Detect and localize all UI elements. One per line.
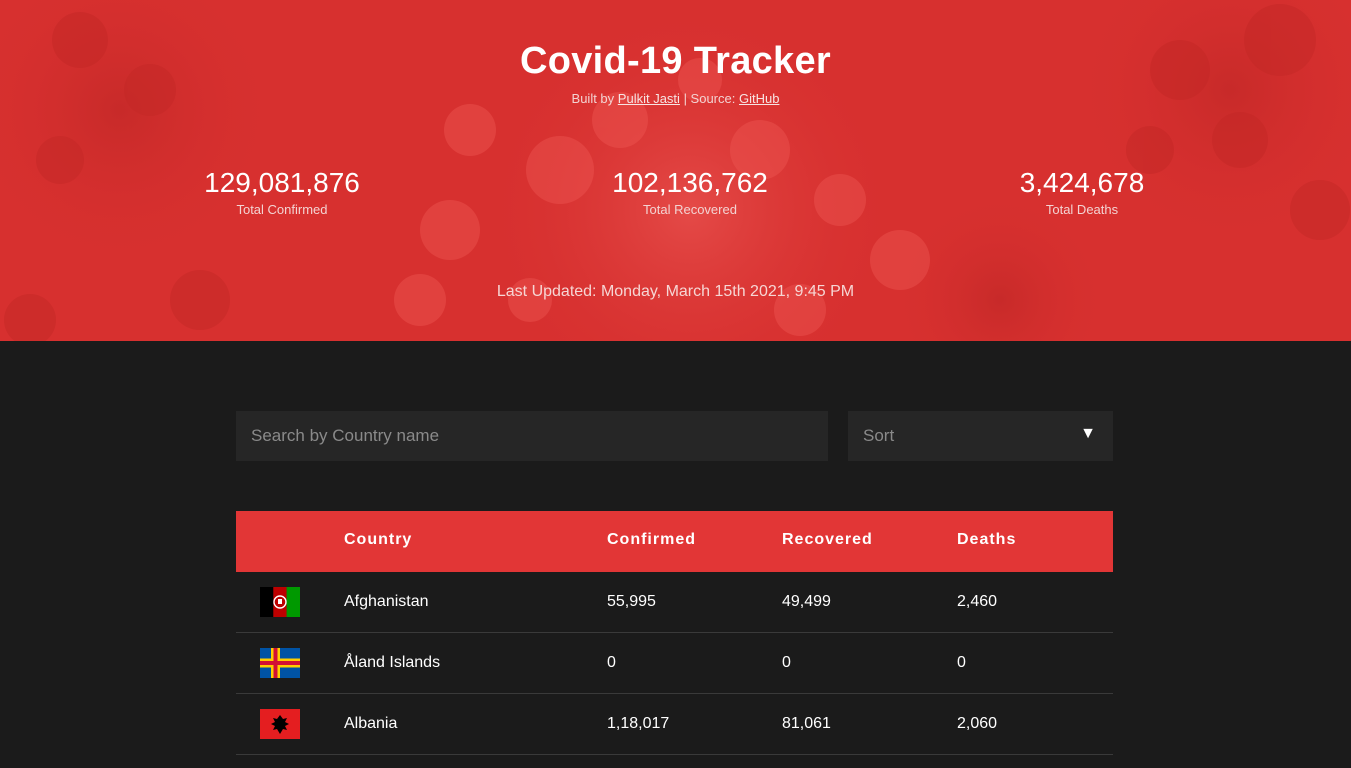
country-name: Afghanistan xyxy=(344,593,429,610)
total-deaths-stat: 3,424,678 Total Deaths xyxy=(952,166,1212,217)
afghanistan-flag-icon xyxy=(260,587,300,617)
column-header-confirmed[interactable]: Confirmed xyxy=(607,511,696,572)
countries-table: Country Confirmed Recovered Deaths Afgha… xyxy=(236,511,1113,755)
recovered-value: 0 xyxy=(782,654,791,671)
confirmed-value: 0 xyxy=(607,654,616,671)
confirmed-value: 1,18,017 xyxy=(607,715,670,732)
total-confirmed-stat: 129,081,876 Total Confirmed xyxy=(152,166,412,217)
triangle-down-icon: ▼ xyxy=(1080,425,1096,442)
confirmed-value: 55,995 xyxy=(607,593,656,610)
aland-islands-flag-icon xyxy=(260,648,300,678)
country-name: Åland Islands xyxy=(344,654,441,671)
total-deaths-label: Total Deaths xyxy=(1045,202,1119,217)
recovered-value: 81,061 xyxy=(782,715,831,732)
column-header-deaths[interactable]: Deaths xyxy=(957,511,1016,572)
source-separator-text: | Source: xyxy=(683,91,736,106)
sort-label: Sort xyxy=(863,426,895,445)
total-recovered-label: Total Recovered xyxy=(643,202,737,217)
country-search-input[interactable] xyxy=(236,411,828,461)
table-header: Country Confirmed Recovered Deaths xyxy=(236,511,1113,572)
total-recovered-value: 102,136,762 xyxy=(612,167,768,198)
country-name: Albania xyxy=(344,715,398,732)
column-header-recovered[interactable]: Recovered xyxy=(782,511,873,572)
deaths-value: 0 xyxy=(957,654,966,671)
total-confirmed-value: 129,081,876 xyxy=(204,167,360,198)
deaths-value: 2,060 xyxy=(957,715,998,732)
table-row[interactable]: Albania 1,18,017 81,061 2,060 xyxy=(236,694,1113,755)
table-row[interactable]: Afghanistan 55,995 49,499 2,460 xyxy=(236,572,1113,633)
table-row[interactable]: Åland Islands 0 0 0 xyxy=(236,633,1113,694)
total-confirmed-label: Total Confirmed xyxy=(236,202,328,217)
albania-flag-icon xyxy=(260,709,300,739)
hero-banner: Covid-19 Tracker Built by Pulkit Jasti |… xyxy=(0,0,1351,341)
total-deaths-value: 3,424,678 xyxy=(1019,167,1145,198)
total-recovered-stat: 102,136,762 Total Recovered xyxy=(560,166,820,217)
author-link[interactable]: Pulkit Jasti xyxy=(618,91,680,106)
page-title: Covid-19 Tracker xyxy=(519,40,832,82)
recovered-value: 49,499 xyxy=(782,593,831,610)
github-link[interactable]: GitHub xyxy=(739,91,779,106)
last-updated-text: Last Updated: Monday, March 15th 2021, 9… xyxy=(496,283,855,300)
column-header-country[interactable]: Country xyxy=(344,511,412,572)
credits-line: Built by Pulkit Jasti | Source: GitHub xyxy=(0,91,1351,106)
deaths-value: 2,460 xyxy=(957,593,998,610)
sort-dropdown[interactable]: Sort ▼ xyxy=(848,411,1113,461)
built-by-text: Built by xyxy=(571,91,615,106)
